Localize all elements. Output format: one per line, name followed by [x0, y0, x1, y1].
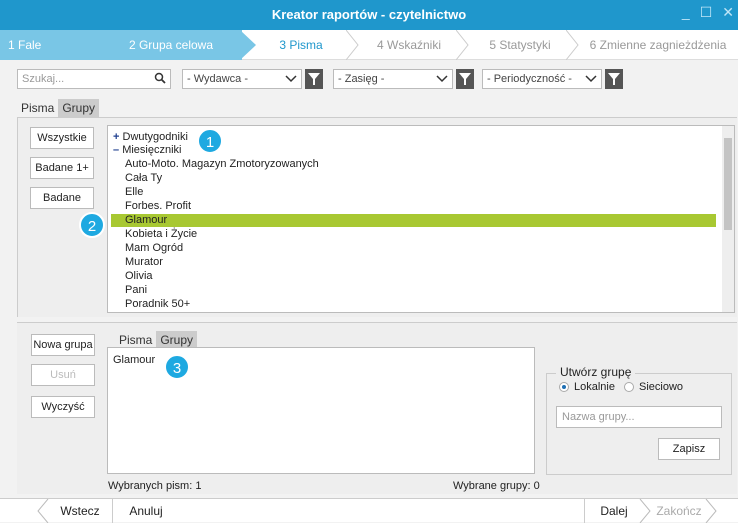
step-pisma[interactable]: 3 Pisma: [256, 30, 346, 60]
step-statystyki[interactable]: 5 Statystyki: [470, 30, 570, 60]
next-button[interactable]: Dalej: [590, 499, 638, 523]
remove-button[interactable]: Usuń: [31, 364, 95, 386]
list-item[interactable]: Cała Ty: [113, 172, 718, 185]
close-icon[interactable]: ✕: [722, 4, 734, 21]
minimize-icon[interactable]: _: [682, 4, 690, 21]
selected-item[interactable]: Glamour: [113, 354, 155, 366]
group-label: Miesięczniki: [122, 144, 182, 156]
list-item[interactable]: Pani: [113, 284, 718, 297]
list-item[interactable]: Mam Ogród: [113, 242, 718, 255]
group-label: Dwutygodniki: [122, 131, 188, 143]
filter-icon: [459, 73, 471, 85]
publisher-value: - Wydawca -: [187, 73, 249, 85]
list-item-selected[interactable]: Glamour: [111, 214, 716, 227]
maximize-icon[interactable]: ☐: [700, 4, 713, 21]
local-radio[interactable]: [559, 382, 569, 392]
frequency-value: - Periodyczność -: [487, 73, 572, 85]
local-label: Lokalnie: [574, 381, 615, 393]
next-arrow-icon: [639, 499, 651, 523]
search-input[interactable]: Szukaj...: [17, 69, 171, 89]
search-placeholder: Szukaj...: [22, 73, 65, 85]
network-label: Sieciowo: [639, 381, 684, 393]
list-item[interactable]: Kobieta i Życie: [113, 228, 718, 241]
list-item[interactable]: Olivia: [113, 270, 718, 283]
studied-1plus-button[interactable]: Badane 1+: [30, 157, 94, 179]
clear-button[interactable]: Wyczyść: [31, 396, 95, 418]
all-button[interactable]: Wszystkie: [30, 127, 94, 149]
collapse-icon[interactable]: –: [113, 144, 119, 156]
footer-divider: [112, 499, 113, 523]
list-item[interactable]: Forbes. Profit: [113, 200, 718, 213]
frequency-filter-button[interactable]: [605, 69, 623, 89]
tab-pisma[interactable]: Pisma: [17, 99, 58, 117]
scrollbar-thumb[interactable]: [724, 138, 732, 230]
step-fale[interactable]: 1 Fale: [0, 30, 100, 60]
publisher-filter-button[interactable]: [305, 69, 323, 89]
range-select[interactable]: - Zasięg -: [333, 69, 453, 89]
footer-bar: Wstecz Anuluj Dalej Zakończ: [0, 498, 738, 523]
finish-arrow-icon: [705, 499, 717, 523]
filter-bar: Szukaj... - Wydawca - - Zasięg - - Perio…: [0, 60, 738, 96]
publisher-select[interactable]: - Wydawca -: [182, 69, 302, 89]
top-tabs: Pisma Grupy: [17, 99, 100, 117]
back-button[interactable]: Wstecz: [50, 499, 110, 523]
step-wskazniki[interactable]: 4 Wskaźniki: [360, 30, 458, 60]
create-group-legend: Utwórz grupę: [556, 365, 636, 379]
selected-magazines-count: Wybranych pism: 1: [108, 480, 202, 492]
filter-icon: [608, 73, 620, 85]
title-bar: Kreator raportów - czytelnictwo _ ☐ ✕: [0, 0, 738, 30]
save-button[interactable]: Zapisz: [658, 438, 720, 460]
new-group-button[interactable]: Nowa grupa: [31, 334, 95, 356]
step-separator-icon: [240, 30, 256, 60]
selected-groups-count: Wybrane grupy: 0: [453, 480, 540, 492]
footer-divider: [584, 499, 585, 523]
cancel-button[interactable]: Anuluj: [116, 499, 176, 523]
back-arrow-icon: [37, 499, 49, 523]
group-name-placeholder: Nazwa grupy...: [562, 411, 635, 423]
expand-icon[interactable]: +: [113, 131, 119, 143]
range-value: - Zasięg -: [338, 73, 385, 85]
group-miesieczniki[interactable]: – Miesięczniki: [113, 144, 181, 157]
range-filter-button[interactable]: [456, 69, 474, 89]
step-zmienne-zagniezdzenia[interactable]: 6 Zmienne zagnieżdżenia: [578, 30, 738, 60]
callout-badge-3: 3: [164, 354, 190, 380]
chevron-down-icon: [585, 75, 597, 83]
step-grupa-celowa[interactable]: 2 Grupa celowa: [100, 30, 242, 60]
filter-icon: [308, 73, 320, 85]
list-item[interactable]: Poradnik 50+: [113, 298, 718, 311]
callout-badge-1: 1: [197, 128, 223, 154]
tab-grupy[interactable]: Grupy: [58, 99, 100, 117]
group-dwutygodniki[interactable]: + Dwutygodniki: [113, 131, 188, 144]
frequency-select[interactable]: - Periodyczność -: [482, 69, 602, 89]
list-scrollbar[interactable]: [722, 126, 734, 312]
network-radio[interactable]: [624, 382, 634, 392]
callout-badge-2: 2: [79, 212, 105, 238]
magazine-list[interactable]: + Dwutygodniki – Miesięczniki Auto-Moto.…: [107, 125, 735, 313]
chevron-down-icon: [436, 75, 448, 83]
group-name-input[interactable]: Nazwa grupy...: [556, 406, 722, 428]
finish-button[interactable]: Zakończ: [652, 499, 706, 523]
studied-button[interactable]: Badane: [30, 187, 94, 209]
wizard-steps: 1 Fale 2 Grupa celowa 3 Pisma 4 Wskaźnik…: [0, 30, 738, 60]
list-item[interactable]: Murator: [113, 256, 718, 269]
search-icon[interactable]: [154, 72, 166, 84]
chevron-down-icon: [285, 75, 297, 83]
list-item[interactable]: Auto-Moto. Magazyn Zmotoryzowanych: [113, 158, 718, 171]
window-title: Kreator raportów - czytelnictwo: [271, 7, 467, 22]
list-item[interactable]: Elle: [113, 186, 718, 199]
